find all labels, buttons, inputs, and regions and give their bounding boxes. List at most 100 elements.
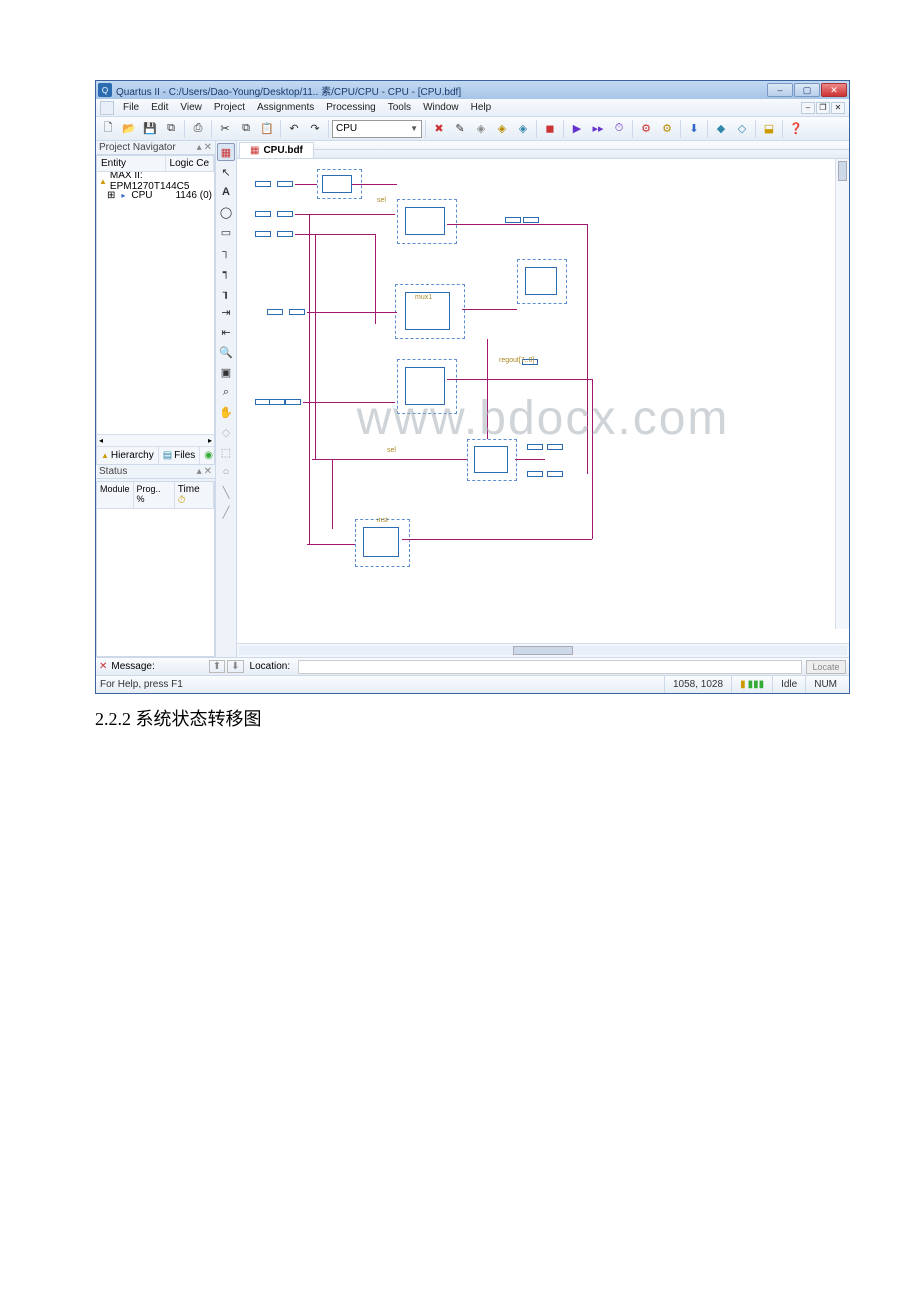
orth3-icon[interactable]: ┒: [217, 283, 235, 301]
menu-edit[interactable]: Edit: [145, 102, 174, 113]
menu-tools[interactable]: Tools: [382, 102, 417, 113]
msg-close-icon[interactable]: ✕: [99, 661, 107, 672]
col-prog[interactable]: Prog.. %: [134, 482, 175, 508]
sim2-icon[interactable]: ⚙: [657, 119, 677, 139]
menu-project[interactable]: Project: [208, 102, 251, 113]
col-module[interactable]: Module: [97, 482, 134, 508]
compile-icon[interactable]: ▶: [567, 119, 587, 139]
num-cell: NUM: [805, 676, 845, 693]
undo-icon[interactable]: ↶: [284, 119, 304, 139]
project-combo[interactable]: CPU▼: [332, 120, 422, 138]
rect-tool-icon[interactable]: ▭: [217, 223, 235, 241]
device-icon[interactable]: ◈: [471, 119, 491, 139]
zoom-icon[interactable]: 🔍: [217, 343, 235, 361]
col-logic[interactable]: Logic Ce: [166, 156, 214, 171]
sim-icon[interactable]: ⚙: [636, 119, 656, 139]
tab-files[interactable]: ▤Files: [159, 447, 201, 464]
chip-icon[interactable]: ⬓: [759, 119, 779, 139]
print-icon[interactable]: ⎙: [188, 119, 208, 139]
rpt-icon[interactable]: ◆: [711, 119, 731, 139]
location-label: Location:: [250, 661, 291, 672]
help-icon[interactable]: ❓: [786, 119, 806, 139]
bus1-icon[interactable]: ⇥: [217, 303, 235, 321]
nav-down-icon[interactable]: ⬇: [227, 660, 243, 673]
entity-cpu[interactable]: CPU: [131, 190, 152, 201]
new-icon[interactable]: 🗋: [98, 119, 118, 139]
menu-window[interactable]: Window: [417, 102, 465, 113]
hand-icon[interactable]: ✋: [217, 403, 235, 421]
symbol-tool-icon[interactable]: ◯: [217, 203, 235, 221]
timing-icon[interactable]: ⏱: [609, 119, 629, 139]
schematic-toolstrip: ▦ ↖ A ◯ ▭ ┐ ┑ ┒ ⇥ ⇤ 🔍 ▣ ⌕ ✋ ◇ ⬚ ○ ╲ ╱: [215, 141, 237, 657]
mdi-close[interactable]: ✕: [831, 102, 845, 114]
left-panel: Project Navigator ▴✕ Entity Logic Ce ▲MA…: [96, 141, 215, 657]
stop-icon[interactable]: ◼: [540, 119, 560, 139]
col-entity[interactable]: Entity: [97, 156, 166, 171]
nav-up-icon[interactable]: ⬆: [209, 660, 225, 673]
rubber2-icon[interactable]: ○: [217, 463, 235, 481]
text-tool-icon[interactable]: A: [217, 183, 235, 201]
menu-bar: File Edit View Project Assignments Proce…: [96, 99, 849, 117]
menu-help[interactable]: Help: [465, 102, 498, 113]
menu-processing[interactable]: Processing: [320, 102, 381, 113]
diag1-icon[interactable]: ╲: [217, 483, 235, 501]
nav-hscroll[interactable]: ◂▸: [97, 434, 214, 446]
location-combo[interactable]: [298, 660, 802, 674]
diag2-icon[interactable]: ╱: [217, 503, 235, 521]
saveall-icon[interactable]: ⧉: [161, 119, 181, 139]
project-navigator: Entity Logic Ce ▲MAX II: EPM1270T144C5 ⊞…: [96, 155, 215, 465]
figure-caption: 2.2.2 系统状态转移图: [95, 706, 850, 733]
pointer-tool-icon[interactable]: ↖: [217, 163, 235, 181]
prog-icon[interactable]: ⬇: [684, 119, 704, 139]
menu-view[interactable]: View: [174, 102, 208, 113]
tab-hierarchy[interactable]: ▲Hierarchy: [97, 447, 159, 464]
analyze-icon[interactable]: ▸▸: [588, 119, 608, 139]
orth1-icon[interactable]: ┐: [217, 243, 235, 261]
app-window: Q Quartus II - C:/Users/Dao-Young/Deskto…: [95, 80, 850, 694]
close-button[interactable]: ✕: [821, 83, 847, 97]
block-tool-icon[interactable]: ▦: [217, 143, 235, 161]
expand-icon[interactable]: ⊞: [107, 190, 115, 201]
redo-icon[interactable]: ↷: [305, 119, 325, 139]
entity-tree[interactable]: ▲MAX II: EPM1270T144C5 ⊞▸CPU1146 (0): [97, 172, 214, 434]
status-body: [97, 509, 214, 656]
tq-icon[interactable]: ◈: [492, 119, 512, 139]
projnav-header[interactable]: Project Navigator ▴✕: [96, 141, 215, 155]
rubber1-icon[interactable]: ⬚: [217, 443, 235, 461]
menu-file[interactable]: File: [117, 102, 145, 113]
canvas-vscroll[interactable]: [835, 159, 849, 629]
all-icon[interactable]: ◇: [217, 423, 235, 441]
maximize-button[interactable]: ▢: [794, 83, 820, 97]
canvas-hscroll[interactable]: [237, 643, 849, 657]
cut-icon[interactable]: ✂: [215, 119, 235, 139]
settings-icon[interactable]: ✖: [429, 119, 449, 139]
message-label: Message:: [111, 661, 154, 672]
minimize-button[interactable]: –: [767, 83, 793, 97]
copy-icon[interactable]: ⧉: [236, 119, 256, 139]
save-icon[interactable]: 💾: [140, 119, 160, 139]
schematic-canvas[interactable]: sel mux1 regout[7..0] sel inst: [237, 159, 849, 643]
status-panel: Module Prog.. % Time ⏱: [96, 481, 215, 657]
workspace: Project Navigator ▴✕ Entity Logic Ce ▲MA…: [96, 141, 849, 657]
open-icon[interactable]: 📂: [119, 119, 139, 139]
pin-icon[interactable]: ✎: [450, 119, 470, 139]
bus2-icon[interactable]: ⇤: [217, 323, 235, 341]
col-time[interactable]: Time ⏱: [175, 482, 214, 508]
menu-assignments[interactable]: Assignments: [251, 102, 320, 113]
fullview-icon[interactable]: ▣: [217, 363, 235, 381]
coord-cell: 1058, 1028: [664, 676, 731, 693]
gate-icon[interactable]: ◈: [513, 119, 533, 139]
idle-cell: Idle: [772, 676, 805, 693]
doc-tab-cpu[interactable]: ▦CPU.bdf: [239, 142, 314, 158]
paste-icon[interactable]: 📋: [257, 119, 277, 139]
rpt2-icon[interactable]: ◇: [732, 119, 752, 139]
status-bar: For Help, press F1 1058, 1028 ▮▮▮▮ Idle …: [96, 675, 849, 693]
orth2-icon[interactable]: ┑: [217, 263, 235, 281]
status-header[interactable]: Status ▴✕: [96, 465, 215, 479]
mdi-restore[interactable]: ❐: [816, 102, 830, 114]
mdi-minimize[interactable]: –: [801, 102, 815, 114]
cells-value: 1146 (0): [175, 190, 212, 201]
locate-button[interactable]: Locate: [806, 660, 846, 674]
title-bar[interactable]: Q Quartus II - C:/Users/Dao-Young/Deskto…: [96, 81, 849, 99]
find-icon[interactable]: ⌕: [217, 383, 235, 401]
